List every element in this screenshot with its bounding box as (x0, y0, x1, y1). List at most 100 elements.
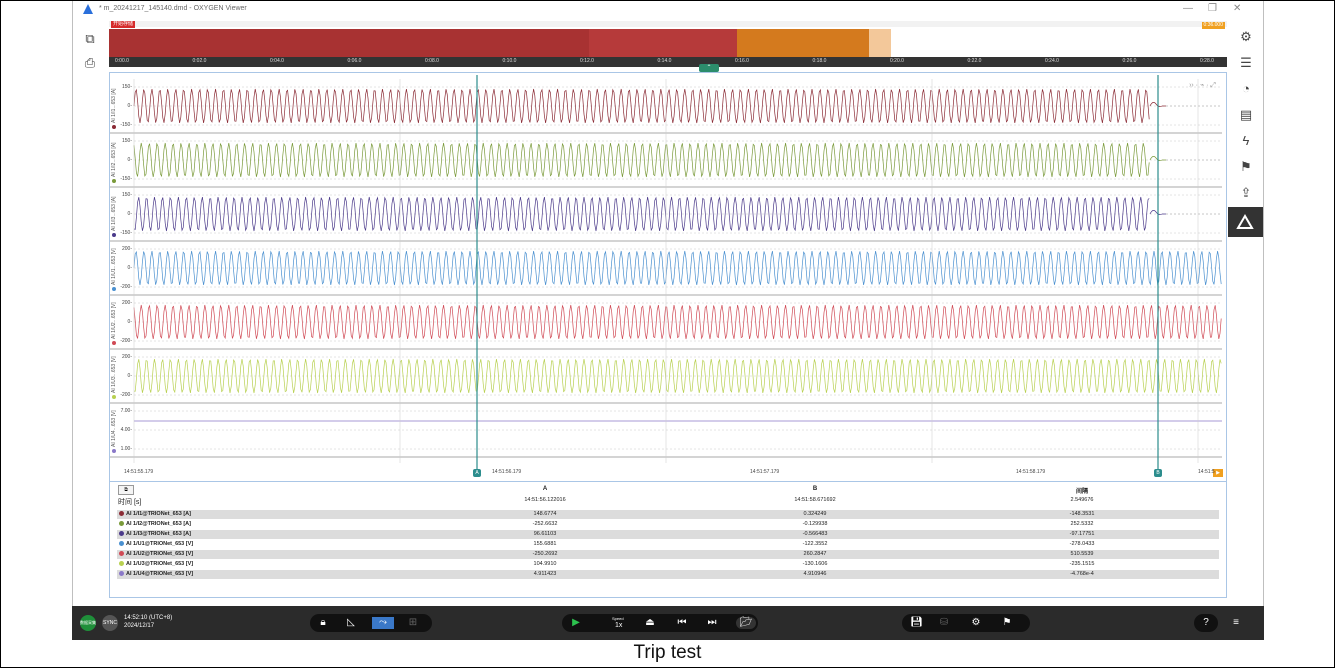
row-color-dot (119, 571, 124, 577)
column-header-a: A (542, 486, 548, 492)
overview-latest-segment (869, 29, 891, 57)
y-axis-tick: 200- (121, 354, 132, 360)
row-value-diff: 252.5332 (1070, 521, 1094, 527)
printer-icon[interactable]: ⎙ (82, 55, 98, 71)
waveform-trace (133, 142, 1150, 178)
gauge-icon[interactable]: ◔ (1238, 81, 1254, 97)
save-icon[interactable]: 💾︎ (910, 617, 923, 629)
y-axis-tick: 4.00- (120, 427, 132, 433)
row-value-b: 260.2847 (803, 551, 827, 557)
x-axis-label: 14:51:57.179 (750, 469, 780, 475)
plot-tool-icons[interactable]: ›› · ⌁ · ⤢ (1189, 81, 1216, 90)
flag-icon[interactable]: ⚑ (1238, 159, 1254, 175)
oxygen-logo-icon (83, 4, 93, 14)
playback-group (562, 614, 758, 632)
list-icon[interactable]: ☰ (1238, 55, 1254, 71)
y-axis-tick: 0- (127, 265, 132, 271)
minimize-button[interactable]: — (1183, 3, 1193, 14)
collapse-overview-button[interactable]: ⌃ (699, 64, 719, 72)
y-axis-tick: -200- (120, 338, 132, 344)
play-icon[interactable]: ▶ (570, 617, 582, 629)
bottom-toolbar: 数据采集 SYNC 14:52:10 (UTC+8) 2024/12/17 🔒︎… (72, 606, 1264, 640)
close-button[interactable]: ✕ (1233, 3, 1241, 14)
y-axis-tick: -150- (120, 230, 132, 236)
lock-icon[interactable]: 🔒︎ (317, 617, 329, 629)
row-value-b: -122.3552 (802, 541, 828, 547)
settings-icon[interactable]: ⚙ (970, 617, 982, 629)
row-value-b: -0.566483 (802, 531, 828, 537)
report-icon[interactable]: ▤ (1238, 107, 1254, 123)
overview-axis-label: 0:10.0 (502, 58, 517, 64)
y-axis-tick: -150- (120, 122, 132, 128)
table-row[interactable]: AI 1/U3@TRIONet_653 [V] 104.9910 -130.1606… (117, 560, 1219, 569)
snapshot-icon[interactable]: ⊞ (407, 617, 419, 629)
row-channel-label: AI 1/U1@TRIONet_653 [V] (126, 541, 194, 547)
lightning-icon[interactable]: ϟ (1238, 133, 1254, 149)
overview-axis-label: 0:16.0 (735, 58, 749, 64)
skip-end-icon[interactable]: ⏭ (706, 617, 718, 629)
row-color-dot (119, 531, 124, 537)
row-channel-name: AI 1/U4@TRIONet_653 [V] (119, 570, 193, 579)
table-row[interactable]: AI 1/U1@TRIONet_653 [V] 155.6881 -122.3552… (117, 540, 1219, 549)
y-axis-tick: -150- (120, 176, 132, 182)
y-axis-tick: 0- (127, 211, 132, 217)
row-channel-label: AI 1/U4@TRIONet_653 [V] (126, 571, 194, 577)
waveform-canvas (110, 75, 1222, 469)
export-icon[interactable]: ⇪ (1238, 185, 1254, 201)
row-value-diff: -148.3531 (1069, 511, 1095, 517)
table-row[interactable]: AI 1/I1@TRIONet_653 [A] 148.6774 0.324249 -… (117, 510, 1219, 519)
cursor-a-handle[interactable]: A (473, 469, 481, 477)
window-title: * m_20241217_145140.dmd - OXYGEN Viewer (99, 5, 247, 12)
help-icon[interactable]: ? (1200, 617, 1212, 629)
restore-button[interactable]: ❐ (1208, 3, 1217, 14)
overview-axis-label: 0:28.0 (1200, 58, 1214, 64)
row-value-a: 148.6774 (533, 511, 557, 517)
overview-bar[interactable]: 开始存储 0:36.000 0:00.0 0:02.0 0:04.0 0:06.0 0:… (109, 21, 1227, 72)
marker-flag-icon[interactable]: ⚑ (1001, 617, 1013, 629)
overview-axis-label: 0:14.0 (657, 58, 672, 64)
skip-start-icon[interactable]: ⏮ (676, 617, 688, 629)
gear-icon[interactable]: ⚙ (1238, 29, 1254, 45)
row-value-a: -250.2692 (532, 551, 558, 557)
overview-time-axis: 0:00.0 0:02.0 0:04.0 0:06.0 0:08.0 0:10.0 0:12… (109, 57, 1227, 67)
sync-indicator[interactable]: SYNC (102, 615, 118, 631)
row-color-dot (119, 521, 124, 527)
table-copy-button[interactable]: ⧉ (118, 485, 134, 495)
overview-axis-label: 0:06.0 (347, 58, 362, 64)
y-axis-tick: 0- (127, 319, 132, 325)
y-axis-tick: 0- (127, 373, 132, 379)
overview-stored-segment-alt (589, 29, 737, 57)
ruler-icon[interactable]: ◺ (345, 617, 357, 629)
oxygen-panel-tab[interactable] (1228, 207, 1263, 237)
table-row[interactable]: AI 1/I2@TRIONet_653 [A] -252.6632 -0.12993… (117, 520, 1219, 529)
row-channel-name: AI 1/U1@TRIONet_653 [V] (119, 540, 193, 549)
y-axis-tick: 200- (121, 246, 132, 252)
cursor-b-handle[interactable]: B (1154, 469, 1162, 477)
overview-axis-label: 0:20.0 (890, 58, 904, 64)
x-axis-label: 14:51:5 (1198, 469, 1215, 475)
menu-icon[interactable]: ≡ (1230, 617, 1242, 629)
row-color-dot (119, 551, 124, 557)
overview-stored-segment (109, 29, 589, 57)
y-axis-tick: -200- (120, 392, 132, 398)
x-axis-label: 14:51:58.179 (1016, 469, 1046, 475)
cursor-tool-icon[interactable]: ⤳ (372, 617, 394, 629)
status-badge: 数据采集 (80, 615, 96, 631)
layers-icon[interactable]: ⧉ (82, 31, 98, 47)
app-window: * m_20241217_145140.dmd - OXYGEN Viewer … (72, 0, 1264, 640)
overview-axis-label: 0:18.0 (812, 58, 827, 64)
y-axis-tick: 0- (127, 157, 132, 163)
time-b-value: 14:51:58.671692 (794, 497, 836, 503)
speed-value[interactable]: 1x (615, 622, 622, 640)
table-row[interactable]: AI 1/I3@TRIONet_653 [A] 96.61103 -0.566483… (117, 530, 1219, 539)
table-row[interactable]: AI 1/U4@TRIONet_653 [V] 4.911423 4.910946 -… (117, 570, 1219, 579)
row-value-a: 4.911423 (533, 571, 557, 577)
eject-icon[interactable]: ⏏ (644, 617, 656, 629)
title-bar: * m_20241217_145140.dmd - OXYGEN Viewer … (73, 1, 1263, 19)
storage-icon[interactable]: ⛁ (938, 617, 950, 629)
waveform-plot[interactable]: ›› · ⌁ · ⤢ A B ▶ AI 1/I1...653 [A] 150- 0-… (109, 72, 1227, 482)
folder-open-icon[interactable]: 📂︎ (736, 617, 756, 629)
overview-axis-label: 0:26.0 (1122, 58, 1137, 64)
table-row[interactable]: AI 1/U2@TRIONet_653 [V] -250.2692 260.2847… (117, 550, 1219, 559)
oxygen-triangle-icon (1236, 214, 1254, 229)
